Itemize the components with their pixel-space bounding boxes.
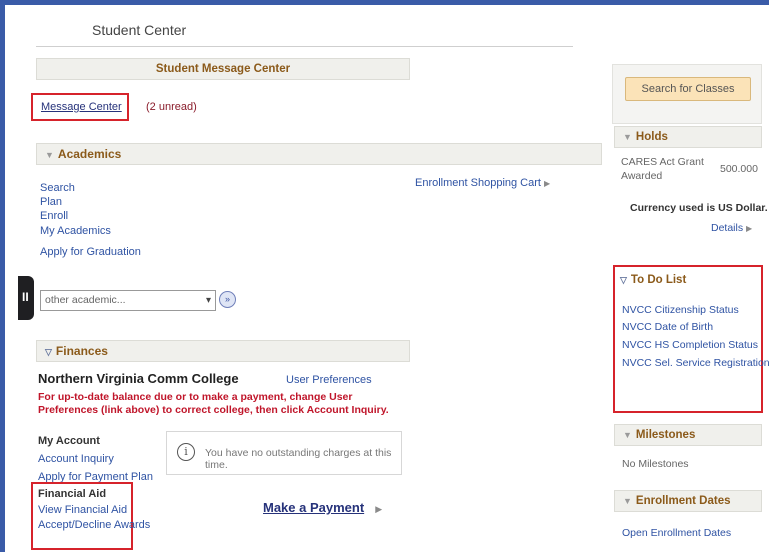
academics-link-plan[interactable]: Plan <box>40 196 62 208</box>
other-academic-select-value: other academic... <box>45 294 126 306</box>
collapse-triangle-icon: ▼ <box>623 132 632 142</box>
finances-notice: For up-to-date balance due or to make a … <box>38 391 389 416</box>
holds-details-link[interactable]: Details ▶ <box>711 222 752 234</box>
view-financial-aid-link[interactable]: View Financial Aid <box>38 504 127 516</box>
make-payment-label: Make a Payment <box>263 500 365 515</box>
other-academic-select[interactable]: other academic... ▾ <box>40 290 216 311</box>
academics-link-search[interactable]: Search <box>40 182 75 194</box>
academics-header[interactable]: ▼ Academics <box>36 143 602 165</box>
apply-graduation-link[interactable]: Apply for Graduation <box>40 246 141 258</box>
window-left-border <box>0 0 5 552</box>
open-enrollment-dates-link[interactable]: Open Enrollment Dates <box>622 527 731 539</box>
collapse-triangle-icon: ▽ <box>620 275 627 285</box>
collapse-triangle-icon: ▼ <box>623 430 632 440</box>
info-circle-icon: i <box>177 443 195 461</box>
triangle-right-icon: ▶ <box>746 224 753 233</box>
college-name: Northern Virginia Comm College <box>38 371 239 386</box>
hold-item-name-line1: CARES Act Grant <box>621 156 704 168</box>
no-milestones-text: No Milestones <box>622 458 689 470</box>
to-do-list-header[interactable]: ▽ To Do List <box>620 274 686 286</box>
double-chevron-right-icon: » <box>224 294 230 304</box>
search-classes-panel: Search for Classes <box>612 64 762 124</box>
milestones-header[interactable]: ▼ Milestones <box>614 424 762 446</box>
enrollment-shopping-cart-label: Enrollment Shopping Cart <box>415 177 541 189</box>
sidebar-toggle-handle[interactable]: II <box>18 276 34 320</box>
holds-header-label: Holds <box>635 131 668 143</box>
accept-decline-awards-link[interactable]: Accept/Decline Awards <box>38 519 150 531</box>
triangle-right-icon: ▶ <box>375 504 383 514</box>
account-inquiry-link[interactable]: Account Inquiry <box>38 453 114 465</box>
academics-header-label: Academics <box>57 147 122 161</box>
todo-item-citizenship[interactable]: NVCC Citizenship Status <box>622 304 739 316</box>
hold-item-name-line2: Awarded <box>621 170 663 182</box>
academics-link-enroll[interactable]: Enroll <box>40 210 68 222</box>
todo-item-selective-service[interactable]: NVCC Sel. Service Registration <box>622 357 769 369</box>
chevron-down-icon: ▾ <box>205 295 211 306</box>
page-title: Student Center <box>92 22 187 38</box>
finances-header[interactable]: ▽ Finances <box>36 340 410 362</box>
finances-header-label: Finances <box>55 344 108 358</box>
unread-count: (2 unread) <box>146 101 197 113</box>
financial-aid-label: Financial Aid <box>38 488 107 500</box>
no-charges-message-box: i You have no outstanding charges at thi… <box>166 431 402 475</box>
message-center-link[interactable]: Message Center <box>41 101 122 113</box>
search-for-classes-button[interactable]: Search for Classes <box>625 77 751 101</box>
academics-link-my-academics[interactable]: My Academics <box>40 225 111 237</box>
holds-header[interactable]: ▼ Holds <box>614 126 762 148</box>
no-charges-text: You have no outstanding charges at this … <box>205 447 392 471</box>
title-divider <box>36 46 573 47</box>
window-top-border <box>0 0 769 5</box>
milestones-header-label: Milestones <box>635 429 696 441</box>
hold-item-amount: 500.000 <box>720 163 758 175</box>
collapse-triangle-icon: ▽ <box>45 347 52 357</box>
message-center-banner: Student Message Center <box>36 58 410 80</box>
enrollment-dates-header[interactable]: ▼ Enrollment Dates <box>614 490 762 512</box>
collapse-triangle-icon: ▼ <box>623 496 632 506</box>
my-account-label: My Account <box>38 435 100 447</box>
triangle-right-icon: ▶ <box>544 179 551 188</box>
pause-bars-icon: II <box>22 290 29 304</box>
user-preferences-link[interactable]: User Preferences <box>286 374 372 386</box>
todo-item-hs-completion[interactable]: NVCC HS Completion Status <box>622 339 758 351</box>
enrollment-dates-header-label: Enrollment Dates <box>635 495 731 507</box>
go-button[interactable]: » <box>219 291 236 308</box>
todo-item-date-of-birth[interactable]: NVCC Date of Birth <box>622 321 713 333</box>
currency-note: Currency used is US Dollar. <box>630 202 768 214</box>
to-do-list-header-label: To Do List <box>630 274 687 286</box>
make-payment-link[interactable]: Make a Payment ▶ <box>263 500 382 515</box>
collapse-triangle-icon: ▼ <box>45 150 54 160</box>
holds-details-label: Details <box>711 222 744 234</box>
enrollment-shopping-cart-link[interactable]: Enrollment Shopping Cart ▶ <box>415 177 550 189</box>
